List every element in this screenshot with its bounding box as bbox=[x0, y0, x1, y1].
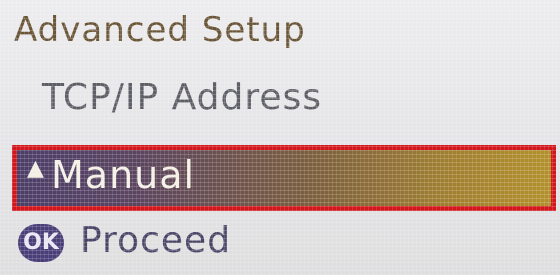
up-arrow-icon: ▲ bbox=[27, 156, 44, 181]
ok-button-icon[interactable]: OK bbox=[18, 224, 64, 262]
menu-item-tcpip-address[interactable]: TCP/IP Address bbox=[42, 77, 322, 118]
selected-option-label: Manual bbox=[51, 153, 196, 197]
screen-title: Advanced Setup bbox=[14, 10, 306, 50]
printer-lcd-screen: Advanced Setup TCP/IP Address ▲ Manual O… bbox=[0, 0, 560, 275]
proceed-label: Proceed bbox=[80, 220, 232, 261]
selected-option-manual[interactable]: ▲ Manual bbox=[12, 145, 556, 211]
